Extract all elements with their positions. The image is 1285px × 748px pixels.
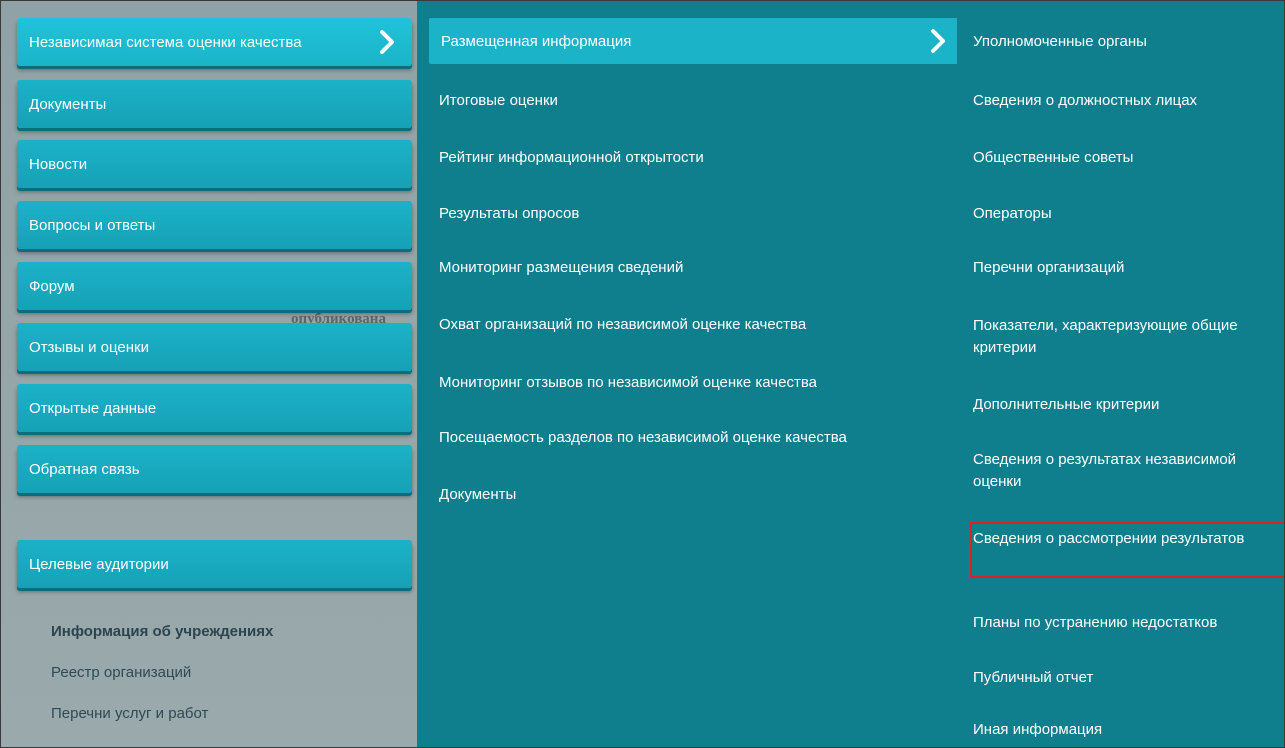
menu-button-label: Независимая система оценки качества <box>29 33 302 51</box>
submenu-item[interactable]: Документы <box>439 484 516 506</box>
subsubmenu-item[interactable]: Планы по устранению недостатков <box>973 612 1278 634</box>
menu-button-open-data[interactable]: Открытые данные <box>17 384 412 432</box>
submenu-item[interactable]: Охват организаций по независимой оценке … <box>439 314 806 336</box>
menu-button-documents[interactable]: Документы <box>17 80 412 128</box>
subsubmenu: Уполномоченные органы Сведения о должнос… <box>957 1 1284 747</box>
submenu-item[interactable]: Мониторинг размещения сведений <box>439 257 683 279</box>
side-link-org-registry[interactable]: Реестр организаций <box>51 664 191 681</box>
submenu: Размещенная информация Итоговые оценки Р… <box>417 1 961 747</box>
subsubmenu-item[interactable]: Иная информация <box>973 719 1278 741</box>
mega-menu: опубликована Независимая система оценки … <box>0 0 1285 748</box>
menu-button-faq[interactable]: Вопросы и ответы <box>17 201 412 249</box>
subsubmenu-item[interactable]: Публичный отчет <box>973 667 1278 689</box>
chevron-right-icon <box>931 29 945 53</box>
menu-button-label: Отзывы и оценки <box>29 338 149 356</box>
side-link-institutions-info[interactable]: Информация об учреждениях <box>51 623 273 640</box>
subsubmenu-item[interactable]: Уполномоченные органы <box>973 31 1278 53</box>
subsubmenu-item[interactable]: Общественные советы <box>973 147 1278 169</box>
subsubmenu-item[interactable]: Перечни организаций <box>973 257 1278 279</box>
chevron-right-icon <box>380 30 394 54</box>
subsubmenu-item[interactable]: Сведения о должностных лицах <box>973 90 1278 112</box>
subsubmenu-item[interactable]: Операторы <box>973 203 1278 225</box>
submenu-active-item[interactable]: Размещенная информация <box>429 18 961 64</box>
submenu-item[interactable]: Посещаемость разделов по независимой оце… <box>439 427 847 449</box>
menu-button-forum[interactable]: Форум <box>17 262 412 310</box>
menu-button-label: Документы <box>29 95 107 113</box>
submenu-item[interactable]: Рейтинг информационной открытости <box>439 147 704 169</box>
subsubmenu-item-highlighted[interactable]: Сведения о рассмотрении результатов <box>973 528 1278 550</box>
menu-button-label: Обратная связь <box>29 460 140 478</box>
submenu-item[interactable]: Результаты опросов <box>439 203 579 225</box>
submenu-item[interactable]: Итоговые оценки <box>439 90 558 112</box>
menu-button-label: Новости <box>29 155 88 173</box>
menu-button-news[interactable]: Новости <box>17 140 412 188</box>
menu-button-label: Вопросы и ответы <box>29 216 156 234</box>
subsubmenu-item[interactable]: Показатели, характеризующие общие критер… <box>973 315 1278 359</box>
menu-button-feedback[interactable]: Обратная связь <box>17 445 412 493</box>
submenu-item[interactable]: Мониторинг отзывов по независимой оценке… <box>439 372 817 394</box>
menu-button-label: Целевые аудитории <box>29 555 169 573</box>
submenu-active-label: Размещенная информация <box>441 32 632 50</box>
menu-button-nsok[interactable]: Независимая система оценки качества <box>17 18 412 66</box>
menu-button-label: Открытые данные <box>29 399 157 417</box>
subsubmenu-item[interactable]: Дополнительные критерии <box>973 394 1278 416</box>
main-menu: опубликована Независимая система оценки … <box>1 1 417 747</box>
menu-button-reviews[interactable]: Отзывы и оценки <box>17 323 412 371</box>
side-link-services-list[interactable]: Перечни услуг и работ <box>51 705 208 722</box>
subsubmenu-item[interactable]: Сведения о результатах независимой оценк… <box>973 449 1278 493</box>
menu-button-target-audiences[interactable]: Целевые аудитории <box>17 540 412 588</box>
menu-button-label: Форум <box>29 277 75 295</box>
